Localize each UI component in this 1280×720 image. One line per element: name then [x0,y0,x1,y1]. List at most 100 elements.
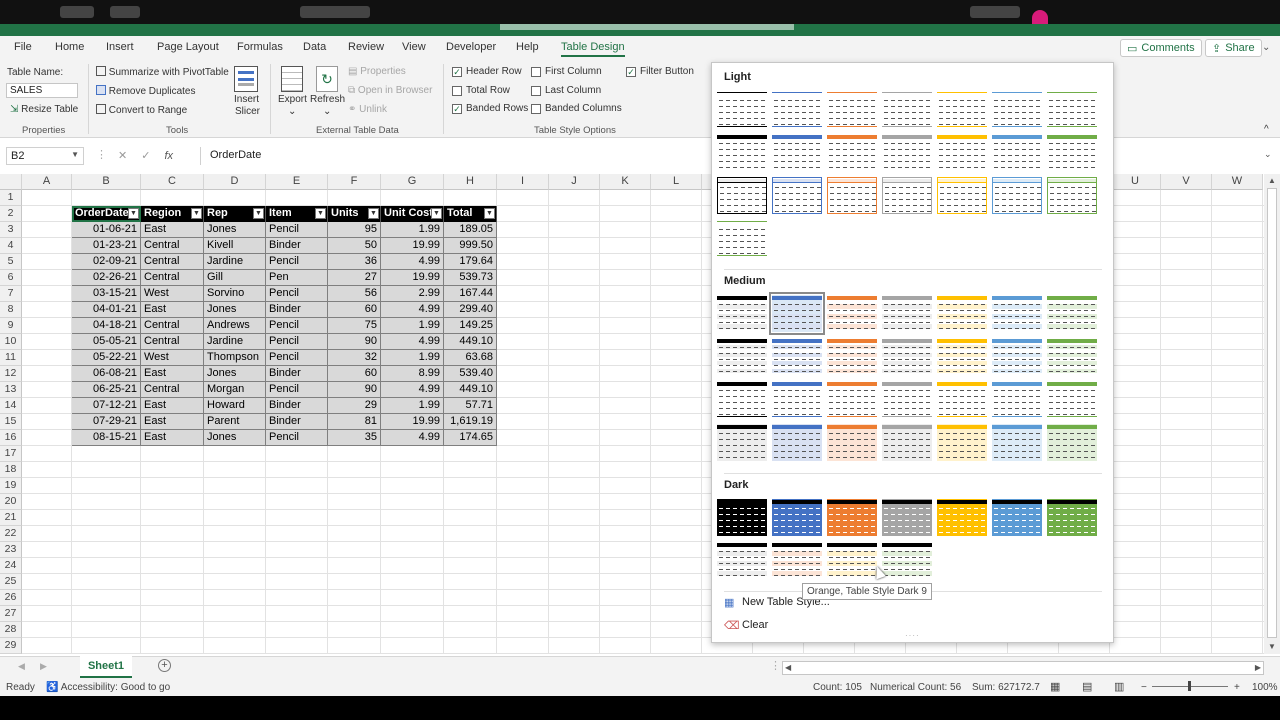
column-header[interactable]: K [600,174,651,190]
scroll-up-icon[interactable]: ▲ [1268,176,1276,185]
filter-button-checkbox[interactable]: ✓ [626,67,636,77]
row-header[interactable]: 27 [0,606,22,622]
table-cell[interactable]: Central [141,382,204,398]
filter-dropdown-icon[interactable]: ▼ [315,208,326,219]
table-style-swatch[interactable] [717,424,767,461]
table-cell[interactable]: East [141,430,204,446]
table-style-swatch[interactable] [717,177,767,214]
column-header[interactable]: C [141,174,204,190]
export-button[interactable]: Export ⌄ [277,64,309,120]
table-style-swatch[interactable] [992,381,1042,418]
row-header[interactable]: 16 [0,430,22,446]
row-header[interactable]: 15 [0,414,22,430]
table-style-swatch[interactable] [937,499,987,536]
row-header[interactable]: 6 [0,270,22,286]
table-cell[interactable]: East [141,414,204,430]
zoom-out-icon[interactable]: − [1141,682,1147,693]
column-header[interactable]: G [381,174,444,190]
table-cell[interactable]: Howard [204,398,266,414]
table-cell[interactable]: 90 [328,382,381,398]
table-cell[interactable]: Central [141,238,204,254]
table-cell[interactable]: East [141,366,204,382]
table-style-swatch[interactable] [937,295,987,332]
table-cell[interactable]: 07-29-21 [72,414,141,430]
table-cell[interactable]: West [141,350,204,366]
row-header[interactable]: 11 [0,350,22,366]
table-cell[interactable]: 81 [328,414,381,430]
table-style-swatch[interactable] [827,134,877,171]
table-cell[interactable]: 50 [328,238,381,254]
table-cell[interactable]: 06-25-21 [72,382,141,398]
table-cell[interactable]: Binder [266,398,328,414]
column-header[interactable]: F [328,174,381,190]
table-style-swatch[interactable] [772,338,822,375]
first-column-checkbox[interactable] [531,67,541,77]
table-style-swatch[interactable] [717,91,767,128]
table-cell[interactable]: 189.05 [444,222,497,238]
table-style-swatch[interactable] [827,424,877,461]
next-sheet-icon[interactable]: ▶ [40,661,47,672]
unlink-button[interactable]: ⚭ Unlink [348,104,387,115]
column-header[interactable]: L [651,174,702,190]
table-cell[interactable]: 07-12-21 [72,398,141,414]
normal-view-icon[interactable]: ▦ [1050,680,1060,693]
zoom-in-icon[interactable]: + [1234,682,1240,693]
filter-dropdown-icon[interactable]: ▼ [484,208,495,219]
table-style-swatch[interactable] [1047,134,1097,171]
table-style-swatch[interactable] [1047,424,1097,461]
table-cell[interactable]: East [141,222,204,238]
table-style-swatch[interactable] [1047,91,1097,128]
banded-columns-checkbox[interactable] [531,104,541,114]
table-style-swatch[interactable] [772,134,822,171]
table-cell[interactable]: 02-09-21 [72,254,141,270]
filter-dropdown-icon[interactable]: ▼ [191,208,202,219]
column-header[interactable]: A [22,174,72,190]
table-style-swatch[interactable] [882,177,932,214]
column-header[interactable]: B [72,174,141,190]
banded-rows-checkbox[interactable]: ✓ [452,104,462,114]
table-cell[interactable]: Pencil [266,334,328,350]
table-style-swatch[interactable] [827,177,877,214]
table-style-swatch[interactable] [772,177,822,214]
table-cell[interactable]: 4.99 [381,334,444,350]
table-cell[interactable]: Binder [266,366,328,382]
scroll-left-icon[interactable]: ◀ [785,663,791,672]
tab-developer[interactable]: Developer [446,41,496,53]
table-cell[interactable]: 539.73 [444,270,497,286]
table-cell[interactable]: Central [141,254,204,270]
table-cell[interactable]: Central [141,334,204,350]
table-style-swatch[interactable] [992,177,1042,214]
table-style-swatch[interactable] [717,338,767,375]
table-style-swatch[interactable] [827,295,877,332]
table-cell[interactable]: East [141,302,204,318]
table-cell[interactable]: 27 [328,270,381,286]
open-in-browser-button[interactable]: ⧉ Open in Browser [348,85,432,96]
table-cell[interactable]: Thompson [204,350,266,366]
table-cell[interactable]: Binder [266,302,328,318]
chevron-down-icon[interactable]: ▼ [71,150,79,159]
table-cell[interactable]: Andrews [204,318,266,334]
row-header[interactable]: 29 [0,638,22,654]
table-cell[interactable]: 56 [328,286,381,302]
resize-table-button[interactable]: ⇲ Resize Table [10,104,78,115]
row-header[interactable]: 19 [0,478,22,494]
row-header[interactable]: 1 [0,190,22,206]
tab-home[interactable]: Home [55,41,84,53]
table-style-swatch[interactable] [992,295,1042,332]
column-header[interactable]: V [1161,174,1212,190]
table-cell[interactable]: 539.40 [444,366,497,382]
table-cell[interactable]: Pencil [266,222,328,238]
table-style-swatch[interactable] [717,134,767,171]
table-cell[interactable]: Sorvino [204,286,266,302]
table-style-swatch[interactable] [772,542,822,579]
table-cell[interactable]: 63.68 [444,350,497,366]
table-cell[interactable]: 29 [328,398,381,414]
header-row-checkbox[interactable]: ✓ [452,67,462,77]
accessibility-status[interactable]: ♿ Accessibility: Good to go [46,682,170,693]
table-cell[interactable]: 57.71 [444,398,497,414]
add-sheet-icon[interactable]: + [158,659,171,672]
table-cell[interactable]: 95 [328,222,381,238]
table-cell[interactable]: Jardine [204,254,266,270]
table-cell[interactable]: 19.99 [381,270,444,286]
name-box[interactable]: B2 ▼ [6,147,84,165]
